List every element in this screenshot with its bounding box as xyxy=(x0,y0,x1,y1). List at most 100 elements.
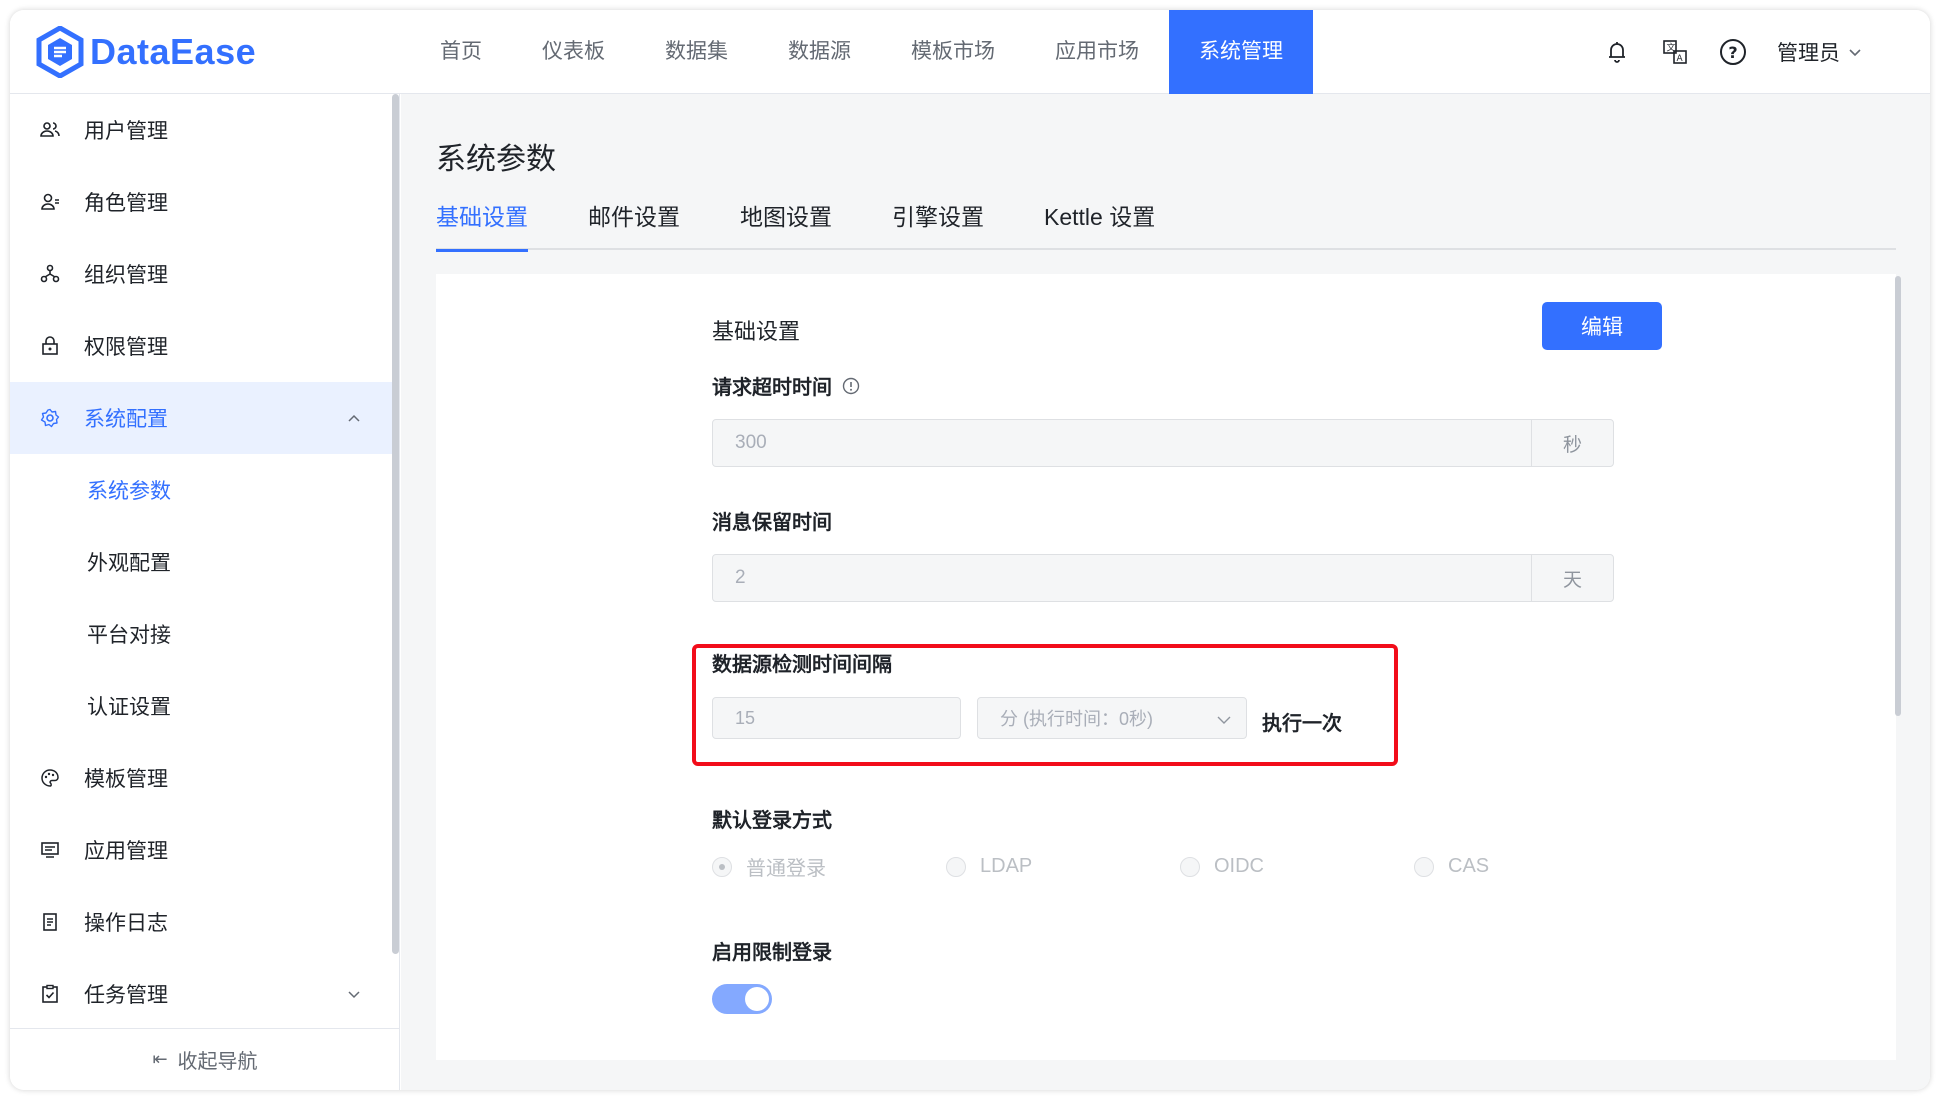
radio-dot xyxy=(1414,856,1434,877)
header-actions: 文A ? 管理员 xyxy=(1603,10,1862,94)
sidebar-item-apps[interactable]: 应用管理 xyxy=(10,814,392,886)
timeout-unit: 秒 xyxy=(1531,420,1613,466)
translate-icon[interactable]: 文A xyxy=(1661,38,1689,66)
sidebar-item-operation-log[interactable]: 操作日志 xyxy=(10,886,392,958)
svg-text:文: 文 xyxy=(1667,42,1676,54)
task-icon xyxy=(38,982,62,1006)
nav-item-home[interactable]: 首页 xyxy=(410,10,512,94)
chevron-down-icon xyxy=(1849,49,1861,57)
nav-item-dataset[interactable]: 数据集 xyxy=(635,10,758,94)
edit-button[interactable]: 编辑 xyxy=(1542,302,1662,350)
sidebar-item-roles[interactable]: 角色管理 xyxy=(10,166,392,238)
settings-tabs: 基础设置 邮件设置 地图设置 引擎设置 Kettle 设置 xyxy=(436,194,1896,252)
logo[interactable]: DataEase xyxy=(36,26,256,78)
timeout-label: 请求超时时间 xyxy=(712,371,860,400)
lock-icon xyxy=(38,334,62,358)
palette-icon xyxy=(38,766,62,790)
sidebar-item-permissions[interactable]: 权限管理 xyxy=(10,310,392,382)
main-content: 系统参数 基础设置 邮件设置 地图设置 引擎设置 Kettle 设置 基础设置 … xyxy=(401,94,1930,1090)
sidebar-item-label: 用户管理 xyxy=(84,120,168,143)
info-icon[interactable] xyxy=(842,377,860,395)
radio-oidc[interactable]: OIDC xyxy=(1180,852,1414,881)
retention-label: 消息保留时间 xyxy=(712,512,832,534)
collapse-nav-label: 收起导航 xyxy=(177,1051,258,1073)
ds-check-unit-value: 分 (执行时间：0秒) xyxy=(1000,709,1153,729)
sidebar-item-label: 权限管理 xyxy=(84,336,168,359)
top-header: DataEase 首页 仪表板 数据集 数据源 模板市场 应用市场 系统管理 文… xyxy=(10,10,1930,94)
ds-check-unit-select[interactable]: 分 (执行时间：0秒) xyxy=(977,697,1247,739)
sidebar-item-label: 任务管理 xyxy=(84,984,168,1007)
retention-unit: 天 xyxy=(1531,555,1613,601)
section-title: 基础设置 xyxy=(712,319,801,344)
sidebar-item-label: 平台对接 xyxy=(87,624,171,647)
chevron-up-icon xyxy=(348,414,360,422)
sidebar-subitem-auth-settings[interactable]: 认证设置 xyxy=(10,670,392,742)
tab-engine-settings[interactable]: 引擎设置 xyxy=(892,194,984,250)
sidebar-subitem-platform-integration[interactable]: 平台对接 xyxy=(10,598,392,670)
limit-login-label: 启用限制登录 xyxy=(712,942,832,964)
radio-label: CAS xyxy=(1448,855,1490,877)
bell-icon[interactable] xyxy=(1603,38,1631,66)
timeout-field: 秒 xyxy=(712,419,1614,467)
run-once-button[interactable]: 执行一次 xyxy=(1262,707,1342,736)
radio-label: 普通登录 xyxy=(746,858,826,880)
login-method-radio-group: 普通登录 LDAP OIDC CAS xyxy=(712,852,1648,881)
radio-normal-login[interactable]: 普通登录 xyxy=(712,852,946,881)
sidebar: 用户管理 角色管理 组织管理 权限管理 系统配置 系统参数 外观配置 平台对接 xyxy=(10,94,400,1090)
collapse-nav-button[interactable]: ⇤ 收起导航 xyxy=(10,1028,400,1090)
sidebar-item-org[interactable]: 组织管理 xyxy=(10,238,392,310)
limit-login-toggle[interactable] xyxy=(712,984,772,1014)
radio-cas[interactable]: CAS xyxy=(1414,852,1648,881)
sidebar-item-tasks[interactable]: 任务管理 xyxy=(10,958,392,1030)
app-icon xyxy=(38,838,62,862)
logo-text: DataEase xyxy=(90,31,257,72)
svg-text:A: A xyxy=(1677,54,1684,64)
nav-item-system-management[interactable]: 系统管理 xyxy=(1169,10,1313,94)
svg-text:?: ? xyxy=(1728,43,1737,62)
tab-basic-settings[interactable]: 基础设置 xyxy=(436,194,528,252)
chevron-down-icon xyxy=(348,991,360,999)
log-icon xyxy=(38,910,62,934)
sidebar-item-label: 模板管理 xyxy=(84,768,168,791)
user-name: 管理员 xyxy=(1777,42,1840,65)
sidebar-scrollbar[interactable] xyxy=(392,94,399,954)
retention-input[interactable] xyxy=(713,555,1531,601)
panel-scrollbar[interactable] xyxy=(1895,276,1901,716)
sidebar-item-system-config[interactable]: 系统配置 xyxy=(10,382,392,454)
tab-kettle-settings[interactable]: Kettle 设置 xyxy=(1044,194,1155,250)
tab-mail-settings[interactable]: 邮件设置 xyxy=(588,194,680,250)
tab-map-settings[interactable]: 地图设置 xyxy=(740,194,832,250)
nav-item-dashboard[interactable]: 仪表板 xyxy=(512,10,635,94)
radio-label: LDAP xyxy=(980,855,1033,877)
sidebar-item-label: 应用管理 xyxy=(84,840,168,863)
sidebar-subitem-appearance[interactable]: 外观配置 xyxy=(10,526,392,598)
sidebar-item-label: 操作日志 xyxy=(84,912,168,935)
sidebar-item-label: 认证设置 xyxy=(87,696,171,719)
chevron-down-icon xyxy=(1217,716,1231,724)
users-icon xyxy=(38,118,62,142)
ds-check-interval-input[interactable] xyxy=(712,697,961,739)
ds-check-label: 数据源检测时间间隔 xyxy=(712,654,892,676)
sidebar-subitem-system-params[interactable]: 系统参数 xyxy=(10,454,392,526)
nav-item-datasource[interactable]: 数据源 xyxy=(758,10,881,94)
sidebar-item-label: 组织管理 xyxy=(84,264,168,287)
org-icon xyxy=(38,262,62,286)
login-method-label: 默认登录方式 xyxy=(712,810,832,832)
user-menu[interactable]: 管理员 xyxy=(1777,37,1862,67)
sidebar-item-label: 角色管理 xyxy=(84,192,168,215)
radio-ldap[interactable]: LDAP xyxy=(946,852,1180,881)
nav-item-app-market[interactable]: 应用市场 xyxy=(1025,10,1169,94)
help-icon[interactable]: ? xyxy=(1719,38,1747,66)
toggle-knob xyxy=(745,987,769,1011)
sidebar-item-templates[interactable]: 模板管理 xyxy=(10,742,392,814)
gear-icon xyxy=(38,406,62,430)
nav-item-template-market[interactable]: 模板市场 xyxy=(881,10,1025,94)
timeout-label-text: 请求超时时间 xyxy=(712,377,832,399)
radio-dot xyxy=(946,856,966,877)
app-window: DataEase 首页 仪表板 数据集 数据源 模板市场 应用市场 系统管理 文… xyxy=(10,10,1930,1090)
sidebar-item-users[interactable]: 用户管理 xyxy=(10,94,392,166)
radio-dot xyxy=(1180,856,1200,877)
settings-panel: 基础设置 编辑 请求超时时间 秒 消息保留时间 天 数据源检测时间间隔 xyxy=(436,274,1896,1060)
timeout-input[interactable] xyxy=(713,420,1531,466)
retention-field: 天 xyxy=(712,554,1614,602)
